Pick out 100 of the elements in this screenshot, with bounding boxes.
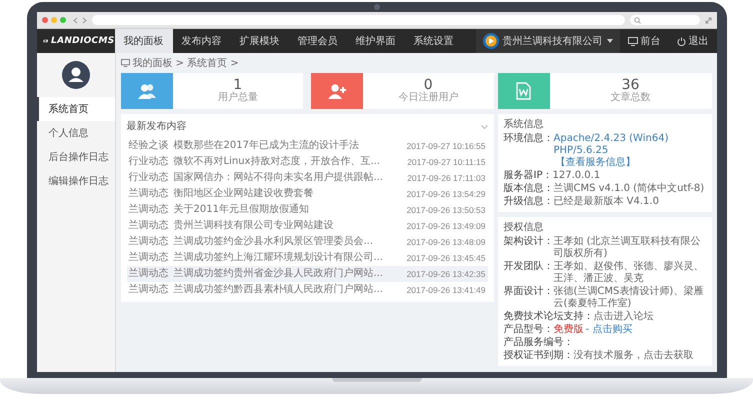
article-time: 2017-09-26 13:41:49	[406, 284, 486, 297]
article-row[interactable]: 兰调动态 贵州兰调科技有限公司专业网站建设 2017-09-26 13:49:09	[126, 218, 488, 234]
article-category: 行业动态	[128, 171, 170, 185]
panel-title: 系统信息	[504, 118, 544, 132]
sidebar-item[interactable]: 系统首页	[36, 97, 114, 121]
article-category: 兰调动态	[128, 267, 170, 281]
article-category: 行业动态	[128, 155, 170, 169]
info-label: 架构设计：	[504, 236, 554, 248]
company-avatar-icon	[482, 33, 498, 49]
avatar-icon	[62, 61, 90, 89]
article-category: 兰调动态	[128, 219, 170, 233]
nav-tab[interactable]: 扩展模块	[230, 29, 288, 53]
power-icon	[676, 36, 686, 46]
article-title[interactable]: 关于2011年元旦假期放假通知	[174, 203, 403, 217]
article-time: 2017-09-27 10:16:55	[406, 140, 486, 153]
article-title[interactable]: 兰调成功签约金沙县水利风景区管理委员会...	[174, 235, 403, 249]
info-value: 已经是最新版本 V4.1.0	[554, 196, 659, 208]
panel-title: 最新发布内容	[126, 120, 186, 134]
nav-tab[interactable]: 维护界面	[346, 29, 404, 53]
info-value: 127.0.0.1	[552, 170, 600, 182]
article-time: 2017-09-26 13:48:09	[406, 236, 486, 249]
article-title[interactable]: 衡阳地区企业网站建设收费套餐	[174, 187, 403, 201]
info-value: 免费版	[554, 324, 584, 336]
article-category: 兰调动态	[128, 235, 170, 249]
article-time: 2017-09-26 13:50:53	[406, 204, 486, 217]
article-time: 2017-09-26 13:54:29	[406, 188, 486, 201]
article-row[interactable]: 经验之谈 模数那些在2017年已成为主流的设计手法 2017-09-27 10:16:55	[126, 138, 488, 154]
info-label: 升级信息：	[504, 196, 554, 208]
article-category: 兰调动态	[128, 187, 170, 201]
nav-action[interactable]: 前台	[620, 29, 668, 53]
nav-tab[interactable]: 管理会员	[288, 29, 346, 53]
add-user-icon	[327, 83, 347, 99]
article-row[interactable]: 兰调动态 关于2011年元旦假期放假通知 2017-09-26 13:50:53	[126, 202, 488, 218]
monitor-icon	[120, 59, 130, 67]
info-label: 授权证书到期：	[504, 350, 574, 362]
stat-label: 用户总量	[218, 92, 258, 104]
article-title[interactable]: 兰调成功签约黔西县素朴镇人民政府门户网站...	[174, 283, 403, 297]
nav-action[interactable]: 退出	[668, 29, 716, 53]
window-controls-icon[interactable]	[42, 17, 68, 23]
info-link[interactable]: - 点击购买	[586, 324, 632, 336]
article-row[interactable]: 兰调动态 兰调成功签约贵州省金沙县人民政府门户网站... 2017-09-26 13:42:35	[126, 266, 488, 282]
article-title[interactable]: 贵州兰调科技有限公司专业网站建设	[174, 219, 403, 233]
stat-value: 1	[233, 78, 242, 92]
sidebar-item[interactable]: 编辑操作日志	[36, 169, 114, 193]
search-field[interactable]	[630, 15, 700, 25]
sidebar-item[interactable]: 个人信息	[36, 121, 114, 145]
info-label: 环境信息：	[504, 133, 554, 145]
article-title[interactable]: 国家网信办：网站不得向未实名用户提供跟帖...	[174, 171, 404, 185]
panel-title: 授权信息	[504, 221, 544, 235]
info-value: 点击进入论坛	[594, 311, 654, 323]
stat-value: 36	[622, 78, 640, 92]
users-icon	[136, 83, 156, 99]
article-row[interactable]: 兰调动态 兰调成功签约金沙县水利风景区管理委员会... 2017-09-26 13:48:09	[126, 234, 488, 250]
stat-label: 文章总数	[610, 92, 650, 104]
nav-tab[interactable]: 系统设置	[404, 29, 462, 53]
article-row[interactable]: 行业动态 国家网信办：网站不得向未实名用户提供跟帖... 2017-09-26 17:11:03	[126, 170, 488, 186]
info-value: Apache/2.4.23 (Win64) PHP/5.6.25	[554, 133, 670, 156]
article-title[interactable]: 兰调成功签约贵州省金沙县人民政府门户网站...	[174, 267, 403, 281]
article-time: 2017-09-26 13:49:09	[406, 220, 486, 233]
article-row[interactable]: 兰调动态 兰调成功签约黔西县素朴镇人民政府门户网站... 2017-09-26 13:41:49	[126, 282, 488, 298]
logo-text: LANDIOCMS	[51, 36, 114, 46]
article-time: 2017-09-27 10:11:15	[407, 156, 486, 169]
camera-dot	[374, 4, 380, 10]
article-category: 兰调动态	[128, 203, 170, 217]
article-title[interactable]: 模数那些在2017年已成为主流的设计手法	[174, 139, 403, 153]
article-row[interactable]: 兰调动态 兰调成功签约上海江耀环境规划设计有限公司... 2017-09-26 13:45:45	[126, 250, 488, 266]
info-value: 王孝如 (北京兰调互联科技有限公司版权所有)	[554, 236, 702, 260]
info-label: 产品型号：	[504, 324, 554, 336]
article-row[interactable]: 兰调动态 衡阳地区企业网站建设收费套餐 2017-09-26 13:54:29	[126, 186, 488, 202]
nav-tab[interactable]: 我的面板	[114, 29, 172, 53]
company-menu[interactable]: 贵州兰调科技有限公司	[476, 29, 620, 53]
article-category: 兰调动态	[128, 251, 170, 265]
article-category: 经验之谈	[128, 139, 170, 153]
info-label: 免费技术论坛支持：	[504, 311, 594, 323]
monitor-icon	[628, 36, 638, 46]
article-time: 2017-09-26 17:11:03	[407, 172, 486, 185]
info-label: 开发团队：	[504, 261, 554, 273]
stat-value: 0	[424, 78, 433, 92]
chevron-icon[interactable]	[480, 125, 488, 129]
breadcrumb: 我的面板 > 系统首页 >	[132, 56, 239, 70]
search-icon	[634, 16, 640, 24]
caret-icon	[606, 39, 612, 43]
article-row[interactable]: 行业动态 微软不再对Linux持敌对态度，开放合作、互... 2017-09-27 10:11:15	[126, 154, 488, 170]
article-time: 2017-09-26 13:42:35	[406, 268, 486, 281]
info-label: 服务器IP：	[504, 170, 552, 182]
info-value: 兰调CMS v4.1.0 (简体中文utf-8)	[554, 183, 704, 195]
address-field[interactable]	[92, 15, 624, 25]
info-label: 产品服务编号：	[504, 337, 574, 349]
document-icon	[516, 82, 531, 100]
sidebar-item[interactable]: 后台操作日志	[36, 145, 114, 169]
back-forward-icon[interactable]	[72, 16, 86, 24]
info-label: 版本信息：	[504, 183, 554, 195]
expand-icon[interactable]	[704, 16, 712, 24]
article-title[interactable]: 兰调成功签约上海江耀环境规划设计有限公司...	[174, 251, 403, 265]
article-time: 2017-09-26 13:45:45	[406, 252, 486, 265]
article-title[interactable]: 微软不再对Linux持敌对态度，开放合作、互...	[174, 155, 404, 169]
info-value: 王孝如、赵俊伟、张德、廖兴灵、王洋、潘正波、吴克	[554, 261, 704, 285]
article-category: 兰调动态	[128, 283, 170, 297]
nav-tab[interactable]: 发布内容	[172, 29, 230, 53]
info-link[interactable]: 【查看服务信息】	[556, 157, 636, 169]
